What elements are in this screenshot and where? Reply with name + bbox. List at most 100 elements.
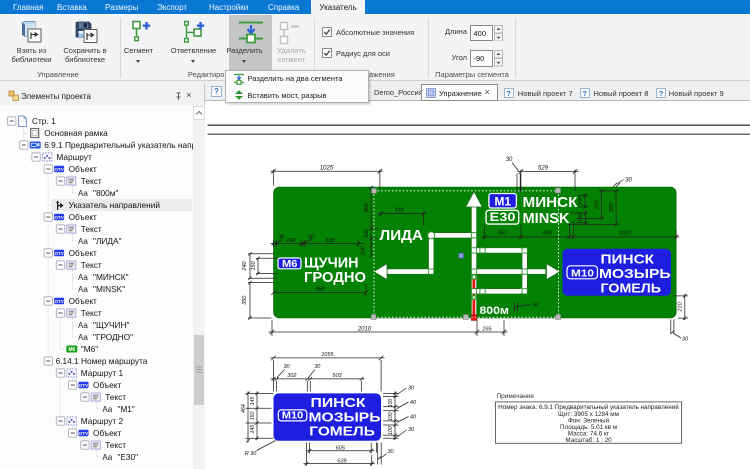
svg-text:100: 100 (388, 412, 394, 421)
svg-text:503: 503 (332, 373, 342, 379)
svg-text:1010: 1010 (618, 230, 631, 236)
svg-text:Текст: Текст (105, 440, 126, 450)
svg-text:Текст: Текст (81, 176, 102, 186)
svg-text:Текст: Текст (81, 260, 102, 270)
svg-text:"MINSK": "MINSK" (93, 284, 125, 294)
svg-text:30: 30 (314, 364, 321, 370)
svg-text:"ЛИДА": "ЛИДА" (93, 236, 122, 246)
svg-text:ПИНСК: ПИНСК (310, 395, 366, 410)
svg-text:OTV: OTV (54, 251, 63, 256)
svg-text:30: 30 (532, 303, 539, 309)
svg-text:Aa: Aa (78, 333, 88, 342)
svg-text:OTV: OTV (54, 299, 63, 304)
svg-text:968: 968 (315, 286, 325, 292)
svg-text:ЛИДА: ЛИДА (379, 227, 423, 244)
svg-text:30: 30 (681, 337, 688, 343)
svg-text:605: 605 (335, 446, 345, 452)
svg-text:МОЗЫРЬ: МОЗЫРЬ (308, 409, 381, 424)
svg-text:МИНСК: МИНСК (522, 194, 578, 211)
svg-text:145: 145 (249, 425, 255, 434)
svg-text:1055: 1055 (321, 352, 334, 358)
svg-text:Маршрут: Маршрут (56, 152, 92, 162)
svg-text:Объект: Объект (69, 296, 97, 306)
svg-text:"М6": "М6" (81, 344, 98, 354)
svg-text:Основная рамка: Основная рамка (44, 128, 108, 138)
svg-text:30: 30 (407, 385, 414, 391)
svg-text:270: 270 (594, 199, 600, 210)
svg-text:Объект: Объект (69, 212, 97, 222)
svg-text:OTV: OTV (79, 383, 88, 388)
svg-text:Aa: Aa (78, 237, 88, 246)
svg-text:MINSK: MINSK (522, 210, 569, 227)
svg-text:M6: M6 (68, 347, 75, 353)
svg-text:357: 357 (497, 230, 507, 236)
svg-text:"МИНСК": "МИНСК" (93, 272, 129, 282)
svg-text:100: 100 (360, 245, 366, 255)
svg-text:Aa: Aa (78, 321, 88, 330)
svg-text:242: 242 (285, 238, 295, 244)
svg-text:100: 100 (578, 212, 584, 222)
svg-text:OTV: OTV (79, 431, 88, 436)
svg-text:530: 530 (325, 238, 335, 244)
svg-text:40: 40 (409, 400, 416, 406)
svg-text:Объект: Объект (93, 428, 121, 438)
svg-text:150: 150 (249, 411, 255, 420)
svg-text:Маршрут 1: Маршрут 1 (81, 368, 124, 378)
svg-text:6.14.1 Номер маршрута: 6.14.1 Номер маршрута (56, 356, 148, 366)
svg-text:ПИНСК: ПИНСК (600, 252, 655, 267)
svg-text:350: 350 (241, 295, 247, 305)
svg-text:30: 30 (387, 449, 394, 455)
svg-text:418: 418 (394, 207, 404, 213)
svg-text:Масштаб: 1 : 20: Масштаб: 1 : 20 (565, 436, 612, 444)
svg-text:800м: 800м (479, 305, 509, 317)
svg-text:Aa: Aa (78, 273, 88, 282)
svg-text:1025: 1025 (319, 165, 333, 171)
svg-text:Текст: Текст (81, 308, 102, 318)
svg-text:Aa: Aa (102, 453, 112, 462)
svg-text:М10: М10 (281, 411, 303, 422)
svg-text:150: 150 (250, 260, 256, 270)
svg-text:Aa: Aa (78, 189, 88, 198)
svg-text:ГОМЕЛЬ: ГОМЕЛЬ (309, 424, 375, 439)
svg-text:265: 265 (481, 326, 492, 332)
svg-text:Е30: Е30 (489, 210, 515, 224)
svg-text:МОЗЫРЬ: МОЗЫРЬ (599, 266, 671, 281)
svg-text:Стр. 1: Стр. 1 (32, 116, 56, 126)
svg-text:40: 40 (409, 414, 416, 420)
svg-text:Объект: Объект (69, 248, 97, 258)
svg-text:Текст: Текст (81, 224, 102, 234)
svg-text:"М1": "М1" (117, 404, 134, 414)
svg-text:400: 400 (363, 202, 369, 212)
svg-text:Объект: Объект (93, 380, 121, 390)
svg-text:639: 639 (337, 458, 346, 464)
svg-text:469: 469 (542, 230, 551, 236)
svg-text:М10: М10 (571, 267, 594, 279)
svg-text:Объект: Объект (69, 164, 97, 174)
svg-text:"ЩУЧИН": "ЩУЧИН" (93, 320, 129, 330)
svg-text:302: 302 (287, 373, 296, 379)
svg-text:30: 30 (278, 234, 285, 240)
svg-text:Примечание: Примечание (496, 393, 534, 400)
svg-text:Текст: Текст (105, 392, 126, 402)
svg-text:ГРОДНО: ГРОДНО (304, 269, 366, 286)
svg-text:240: 240 (241, 260, 247, 271)
svg-text:30: 30 (283, 364, 290, 370)
svg-text:"ГРОДНО": "ГРОДНО" (93, 332, 133, 342)
svg-text:R 30: R 30 (244, 451, 257, 457)
svg-text:Aa: Aa (78, 285, 88, 294)
svg-text:М6: М6 (282, 259, 298, 270)
svg-text:Маршрут 2: Маршрут 2 (81, 416, 124, 426)
svg-text:100: 100 (388, 399, 394, 408)
svg-text:210: 210 (677, 301, 683, 312)
svg-text:Указатель направлений: Указатель направлений (69, 200, 161, 210)
svg-text:"800м": "800м" (93, 188, 118, 198)
svg-text:100: 100 (363, 228, 369, 238)
svg-text:529: 529 (537, 166, 548, 172)
svg-text:464: 464 (240, 404, 246, 413)
svg-text:6.9.1 Предварительный указател: 6.9.1 Предварительный указатель напра (44, 140, 193, 150)
svg-text:OTV: OTV (54, 215, 63, 220)
svg-text:Aa: Aa (102, 405, 112, 414)
svg-text:30: 30 (625, 178, 632, 184)
svg-text:30: 30 (407, 427, 414, 433)
svg-text:"Е30": "Е30" (117, 452, 138, 462)
